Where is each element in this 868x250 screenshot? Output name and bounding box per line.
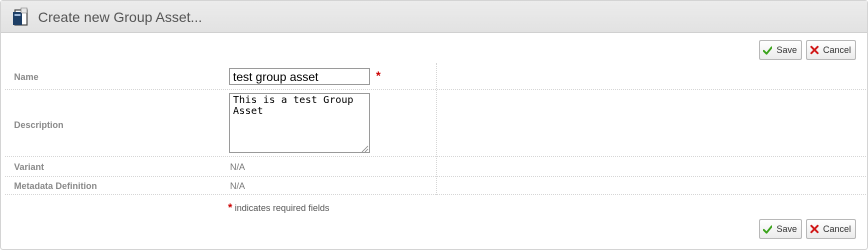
cancel-button-label: Cancel — [822, 45, 851, 55]
cancel-button-top[interactable]: Cancel — [806, 40, 856, 60]
required-note: * indicates required fields — [228, 202, 329, 214]
required-asterisk: * — [376, 69, 381, 83]
cancel-button-bottom[interactable]: Cancel — [806, 219, 856, 239]
checkmark-icon — [763, 224, 773, 234]
create-group-asset-panel: Create new Group Asset... Save Cancel Na… — [0, 0, 868, 250]
metadata-definition-value: N/A — [230, 181, 246, 191]
document-icon — [13, 7, 28, 26]
save-button-bottom[interactable]: Save — [759, 219, 802, 239]
resize-grip-icon[interactable] — [361, 145, 369, 152]
metadata-definition-label: Metadata Definition — [14, 181, 98, 191]
x-icon — [810, 45, 819, 55]
required-note-text: indicates required fields — [234, 203, 330, 213]
column-divider — [436, 63, 437, 195]
save-button-top[interactable]: Save — [759, 40, 802, 60]
required-note-asterisk: * — [228, 202, 233, 214]
checkmark-icon — [763, 45, 773, 55]
name-field[interactable] — [229, 68, 370, 85]
save-button-label: Save — [776, 224, 797, 234]
panel-header: Create new Group Asset... — [1, 1, 867, 33]
name-label: Name — [14, 72, 39, 82]
description-label: Description — [14, 120, 64, 130]
cancel-button-label: Cancel — [822, 224, 851, 234]
variant-label: Variant — [14, 162, 45, 172]
description-field[interactable]: This is a test Group Asset — [229, 93, 370, 153]
x-icon — [810, 224, 819, 234]
page-title: Create new Group Asset... — [38, 9, 203, 25]
variant-value: N/A — [230, 162, 246, 172]
save-button-label: Save — [776, 45, 797, 55]
